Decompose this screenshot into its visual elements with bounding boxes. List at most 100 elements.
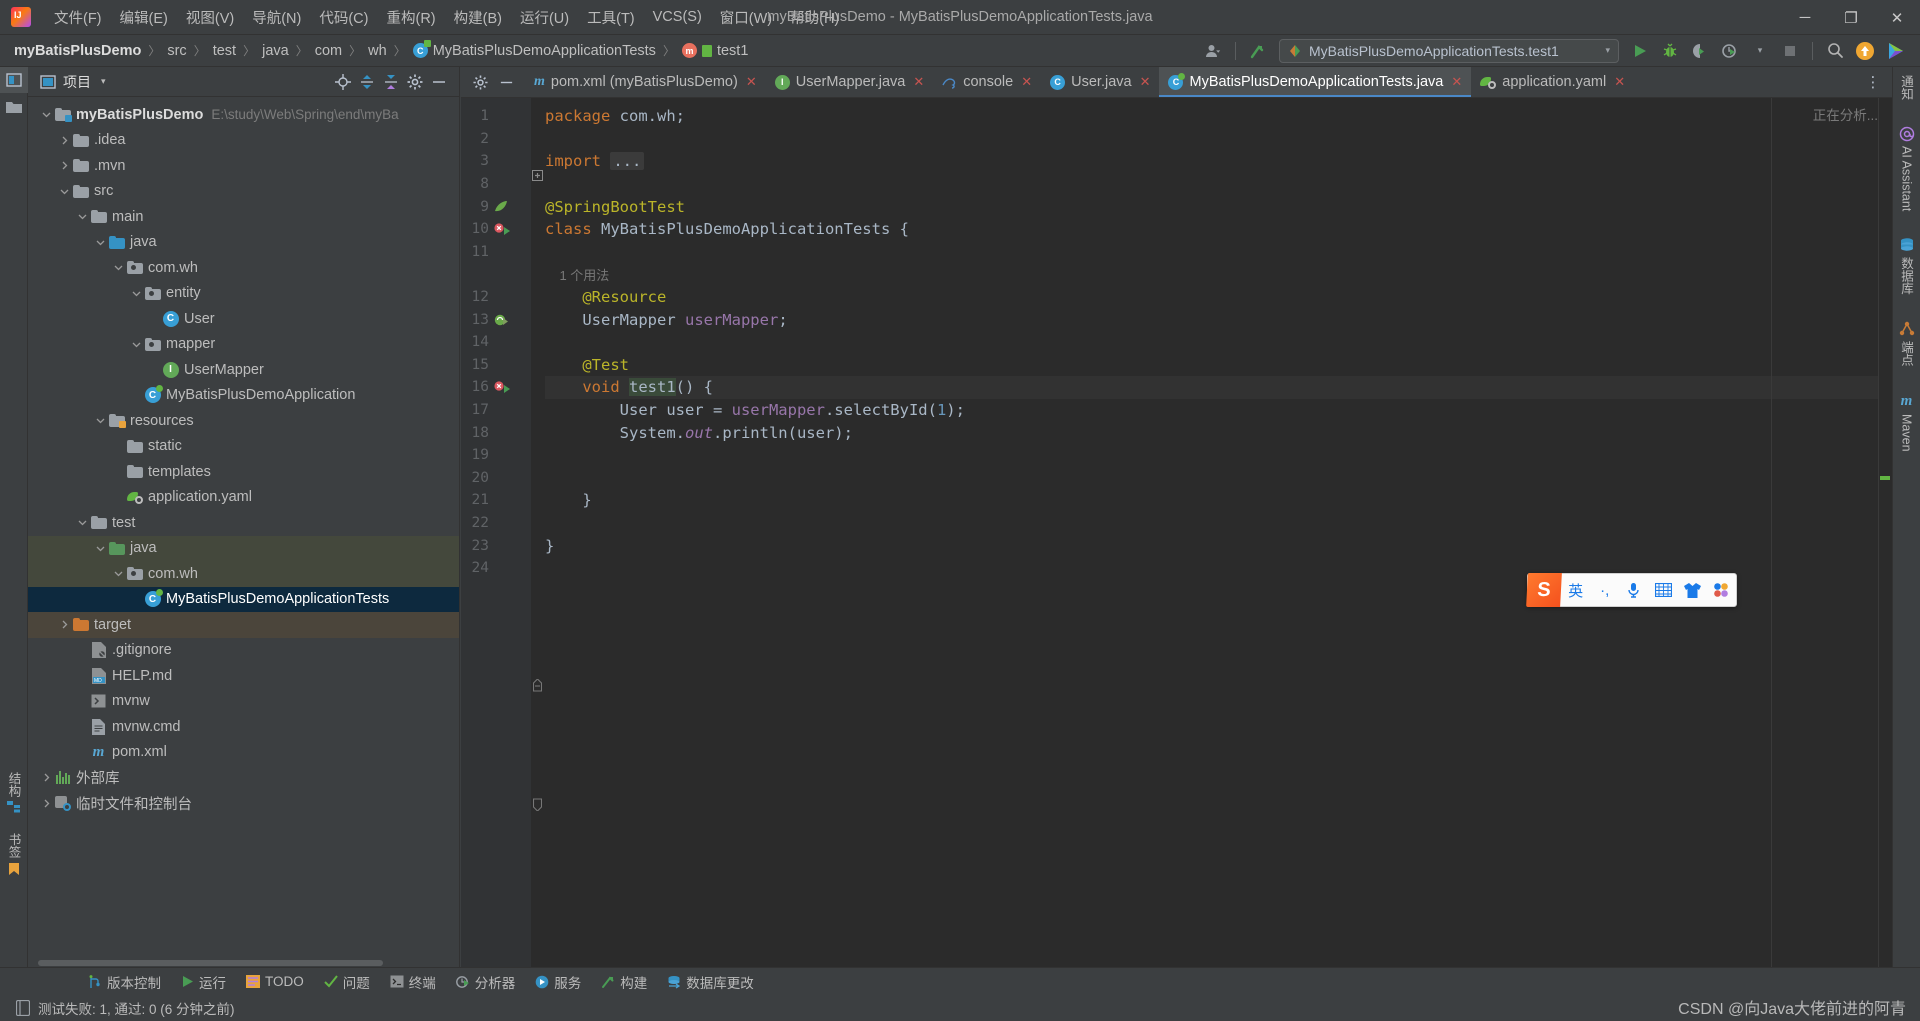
code-line[interactable]: 1 个用法 xyxy=(545,263,1892,286)
code-line[interactable]: import ... xyxy=(545,150,1892,173)
gutter-line[interactable]: 17 xyxy=(461,399,531,422)
chevron-down-icon[interactable] xyxy=(56,187,72,196)
debug-button[interactable] xyxy=(1655,38,1685,64)
close-tab-icon[interactable]: ✕ xyxy=(1140,74,1151,90)
tree-row[interactable]: com.wh xyxy=(28,561,459,587)
chevron-right-icon[interactable] xyxy=(38,773,54,782)
code-line[interactable] xyxy=(545,128,1892,151)
breadcrumb-test[interactable]: test xyxy=(213,43,236,59)
expand-all-icon[interactable] xyxy=(355,70,379,94)
ime-apps-icon[interactable] xyxy=(1707,582,1736,598)
chevron-right-icon[interactable] xyxy=(56,136,72,145)
close-tab-icon[interactable]: ✕ xyxy=(746,74,757,90)
ime-mic-icon[interactable] xyxy=(1619,582,1648,598)
tree-row[interactable]: target xyxy=(28,612,459,638)
stop-button[interactable] xyxy=(1775,38,1805,64)
code-line[interactable] xyxy=(545,241,1892,264)
chevron-down-icon[interactable] xyxy=(110,569,126,578)
error-stripe-gutter[interactable] xyxy=(1878,98,1892,967)
profiler-button[interactable] xyxy=(1715,38,1745,64)
code-line[interactable] xyxy=(545,512,1892,535)
gutter-line[interactable]: 10 xyxy=(461,218,531,241)
hide-panel-icon[interactable] xyxy=(427,70,451,94)
editor-tab[interactable]: C MyBatisPlusDemoApplicationTests.java ✕ xyxy=(1159,67,1472,97)
tree-row[interactable]: templates xyxy=(28,459,459,485)
code-line[interactable]: UserMapper userMapper; xyxy=(545,308,1892,331)
chevron-down-icon[interactable] xyxy=(128,340,144,349)
search-icon[interactable] xyxy=(1820,38,1850,64)
gutter-line[interactable]: 22 xyxy=(461,512,531,535)
close-tab-icon[interactable]: ✕ xyxy=(1021,74,1032,90)
tree-row[interactable]: mvnw xyxy=(28,689,459,715)
sidebar-item-structure[interactable]: 结构 xyxy=(0,767,28,818)
gutter-line[interactable]: 14 xyxy=(461,331,531,354)
code-line[interactable] xyxy=(545,173,1892,196)
editor-hide-icon[interactable] xyxy=(493,69,519,95)
tree-row[interactable]: C MyBatisPlusDemoApplication xyxy=(28,383,459,409)
gutter-line[interactable] xyxy=(461,263,531,286)
code-line[interactable]: } xyxy=(545,489,1892,512)
project-horizontal-scrollbar[interactable] xyxy=(28,959,408,967)
tree-row[interactable]: m pom.xml xyxy=(28,740,459,766)
chevron-down-icon[interactable] xyxy=(128,289,144,298)
status-button-db-changes[interactable]: 数据库更改 xyxy=(657,968,764,996)
gutter-line[interactable]: 19 xyxy=(461,444,531,467)
tree-row[interactable]: mvnw.cmd xyxy=(28,714,459,740)
ime-skin-icon[interactable] xyxy=(1678,582,1707,598)
editor-tab[interactable]: application.yaml ✕ xyxy=(1471,67,1634,97)
menu-refactor[interactable]: 重构(R) xyxy=(377,3,444,32)
tree-row[interactable]: 临时文件和控制台 xyxy=(28,791,459,817)
close-tab-icon[interactable]: ✕ xyxy=(1614,74,1625,90)
code-line[interactable]: @Test xyxy=(545,354,1892,377)
gutter-line[interactable]: 2 xyxy=(461,128,531,151)
tree-row[interactable]: src xyxy=(28,179,459,205)
tree-row[interactable]: I UserMapper xyxy=(28,357,459,383)
chevron-right-icon[interactable] xyxy=(56,620,72,629)
status-button-terminal[interactable]: 终端 xyxy=(380,968,446,996)
tree-row[interactable]: application.yaml xyxy=(28,485,459,511)
chevron-down-icon[interactable] xyxy=(92,544,108,553)
breadcrumb-src[interactable]: src xyxy=(167,43,186,59)
chevron-down-icon[interactable]: ▾ xyxy=(1595,45,1610,56)
tree-row[interactable]: main xyxy=(28,204,459,230)
sogou-logo-icon[interactable]: S xyxy=(1526,573,1562,607)
tree-row[interactable]: MD HELP.md xyxy=(28,663,459,689)
tree-row[interactable]: static xyxy=(28,434,459,460)
settings-gear-icon[interactable] xyxy=(403,70,427,94)
gutter-line[interactable]: 24 xyxy=(461,557,531,580)
status-button-profiler[interactable]: 分析器 xyxy=(446,968,526,996)
breadcrumb-com[interactable]: com xyxy=(315,43,342,59)
test-failed-run-gutter-icon[interactable] xyxy=(489,380,529,394)
updates-icon[interactable] xyxy=(1850,38,1880,64)
tree-row[interactable]: .idea xyxy=(28,128,459,154)
menu-window[interactable]: 窗口(W) xyxy=(711,3,781,32)
sidebar-item-ai-assistant[interactable]: AI Assistant xyxy=(1899,126,1915,211)
coverage-button[interactable] xyxy=(1685,38,1715,64)
maximize-button[interactable]: ❐ xyxy=(1828,0,1874,35)
sidebar-item-project-files[interactable] xyxy=(0,93,28,119)
status-button-todo[interactable]: TODO xyxy=(236,968,314,996)
chevron-down-icon[interactable] xyxy=(92,238,108,247)
code-line[interactable]: System. out .println(user); xyxy=(545,421,1892,444)
gutter-line[interactable]: 1 xyxy=(461,105,531,128)
tree-row[interactable]: test xyxy=(28,510,459,536)
menu-navigate[interactable]: 导航(N) xyxy=(243,3,310,32)
editor-tab[interactable]: m pom.xml (myBatisPlusDemo) ✕ xyxy=(525,67,766,97)
run-configuration-selector[interactable]: MyBatisPlusDemoApplicationTests.test1 ▾ xyxy=(1279,38,1619,63)
locate-file-icon[interactable] xyxy=(331,70,355,94)
chevron-down-icon[interactable] xyxy=(110,263,126,272)
scrollbar-thumb[interactable] xyxy=(38,960,383,966)
sidebar-item-maven[interactable]: m Maven xyxy=(1900,392,1914,452)
status-button-problems[interactable]: 问题 xyxy=(314,968,380,996)
code-line[interactable]: void test1() { xyxy=(545,376,1892,399)
menu-run[interactable]: 运行(U) xyxy=(511,3,578,32)
sidebar-item-database[interactable]: 数据库 xyxy=(1897,237,1916,295)
editor-tab[interactable]: console ✕ xyxy=(933,67,1041,97)
breadcrumb-project[interactable]: myBatisPlusDemo xyxy=(14,43,141,59)
stripe-marker[interactable] xyxy=(1880,476,1890,480)
menu-help[interactable]: 帮助(H) xyxy=(781,3,848,32)
ai-assistant-icon[interactable] xyxy=(1880,38,1910,64)
code-line[interactable] xyxy=(545,444,1892,467)
breadcrumb-method[interactable]: test1 xyxy=(717,43,748,59)
gutter-line[interactable]: 13 xyxy=(461,308,531,331)
